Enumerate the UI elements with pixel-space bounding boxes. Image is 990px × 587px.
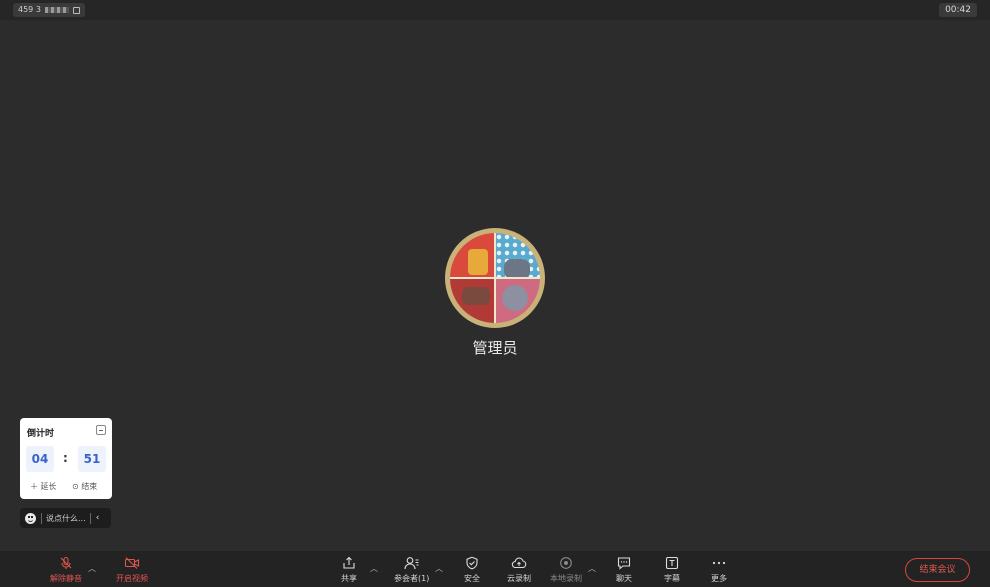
top-bar: 459 3 00:42: [0, 0, 990, 20]
captions-label: 字幕: [664, 574, 680, 583]
end-meeting-button[interactable]: 结束会议: [905, 558, 970, 582]
unmute-label: 解除静音: [50, 574, 82, 583]
meeting-window: 459 3 00:42 管理员 倒计时 04 : 51 ＋ 延长 ⊙ 结束 说点…: [0, 0, 990, 587]
more-button[interactable]: 更多: [711, 556, 727, 586]
emoji-icon[interactable]: [25, 512, 36, 524]
mic-off-icon: [59, 556, 73, 570]
extend-button[interactable]: ＋ 延长: [30, 481, 57, 492]
avatar-image: [450, 233, 540, 323]
security-button[interactable]: 安全: [464, 556, 480, 586]
meeting-id-text: 459 3: [18, 5, 41, 14]
security-label: 安全: [464, 574, 480, 583]
more-label: 更多: [711, 574, 727, 583]
record-icon: [559, 556, 573, 570]
chat-icon: [617, 556, 631, 570]
meeting-id-badge[interactable]: 459 3: [13, 3, 85, 17]
chat-label: 聊天: [616, 574, 632, 583]
local-record-label: 本地录制: [550, 574, 582, 583]
cloud-record-label: 云录制: [507, 574, 531, 583]
countdown-colon: :: [63, 451, 68, 465]
start-video-label: 开启视频: [116, 574, 148, 583]
collapse-chevron-icon[interactable]: ‹: [91, 513, 104, 523]
cloud-record-button[interactable]: 云录制: [507, 556, 531, 586]
captions-icon: [665, 556, 679, 570]
masked-meeting-id: [44, 7, 69, 13]
chat-quick-input[interactable]: 说点什么... ‹: [20, 508, 111, 528]
minimize-icon[interactable]: [96, 425, 106, 435]
captions-button[interactable]: 字幕: [664, 556, 680, 586]
countdown-seconds: 51: [78, 446, 106, 472]
end-countdown-button[interactable]: ⊙ 结束: [72, 481, 97, 492]
elapsed-time: 00:42: [939, 3, 977, 17]
countdown-panel: 倒计时 04 : 51 ＋ 延长 ⊙ 结束: [20, 418, 112, 499]
cloud-record-icon: [511, 556, 527, 570]
share-label: 共享: [341, 574, 357, 583]
countdown-title: 倒计时: [27, 429, 55, 439]
participants-button[interactable]: 参会者(1): [394, 556, 429, 586]
divider: [41, 512, 42, 524]
unmute-button[interactable]: 解除静音: [50, 556, 82, 586]
audio-options-chevron-icon[interactable]: ︿: [88, 563, 96, 574]
shield-icon: [465, 556, 479, 570]
copy-icon[interactable]: [72, 6, 80, 14]
countdown-minutes: 04: [26, 446, 54, 472]
participants-options-chevron-icon[interactable]: ︿: [435, 563, 443, 574]
camera-off-icon: [124, 556, 140, 570]
avatar: [445, 228, 545, 328]
participant-name: 管理员: [472, 339, 518, 357]
chat-button[interactable]: 聊天: [616, 556, 632, 586]
share-button[interactable]: 共享: [341, 556, 357, 586]
local-record-button[interactable]: 本地录制: [550, 556, 582, 586]
bottom-toolbar: 解除静音 ︿ 开启视频 共享 ︿ 参会者(1) ︿ 安全 云录制 本地录制 ︿ …: [0, 551, 990, 587]
record-options-chevron-icon[interactable]: ︿: [588, 563, 596, 574]
share-icon: [342, 556, 356, 570]
chat-input-placeholder[interactable]: 说点什么...: [46, 513, 90, 524]
start-video-button[interactable]: 开启视频: [116, 556, 148, 586]
participants-icon: [404, 556, 420, 570]
participants-label: 参会者(1): [394, 574, 430, 583]
more-icon: [711, 556, 727, 570]
share-options-chevron-icon[interactable]: ︿: [370, 563, 378, 574]
